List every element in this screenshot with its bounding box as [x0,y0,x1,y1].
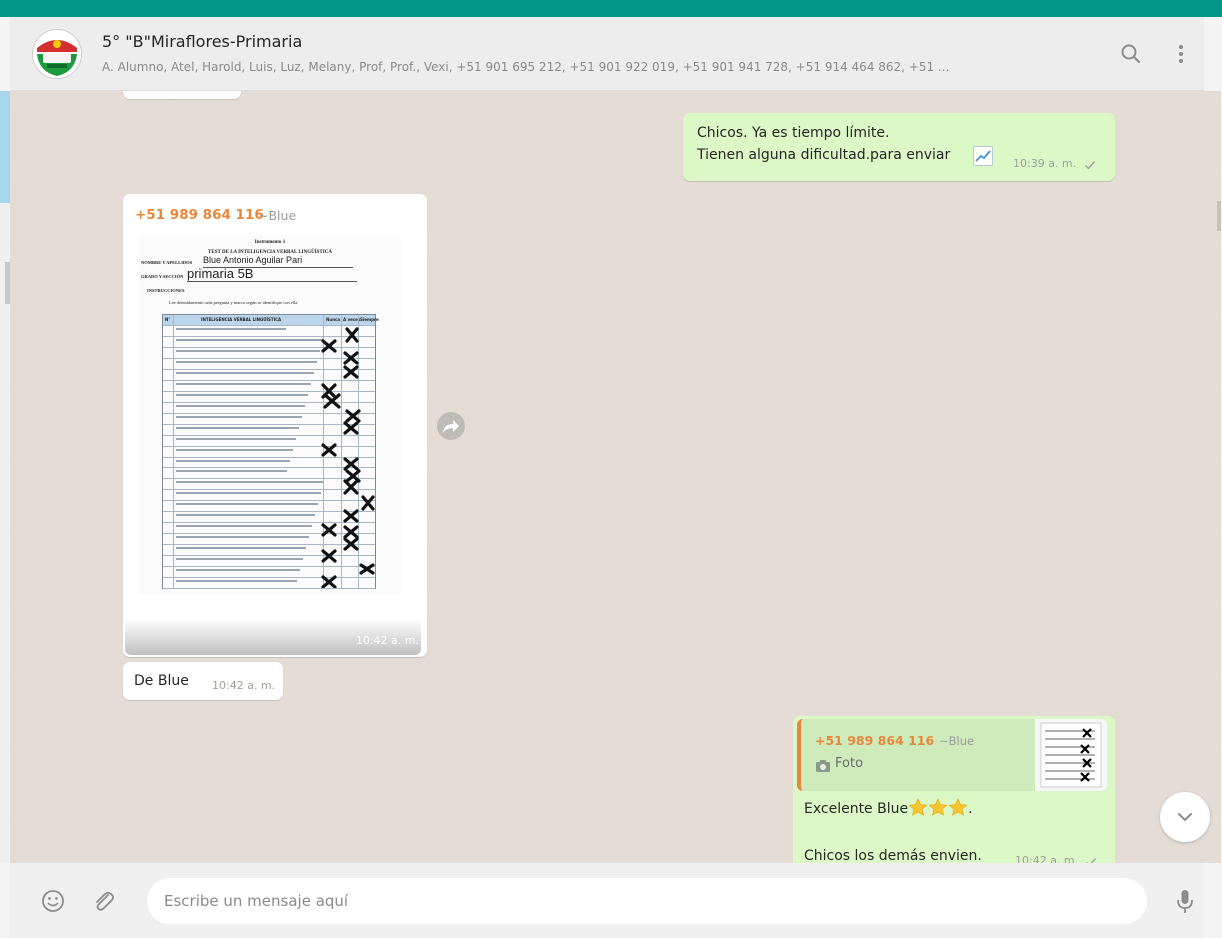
previous-message-bubble[interactable] [123,91,241,99]
chat-area[interactable]: Chicos. Ya es tiempo límite. Tienen algu… [10,91,1221,863]
message-input[interactable]: Escribe un mensaje aquí [147,878,1147,924]
group-avatar[interactable] [32,29,82,79]
group-members[interactable]: A. Alumno, Atel, Harold, Luis, Luz, Mela… [102,60,1082,74]
camera-icon [815,758,831,772]
chart-increasing-icon [973,146,993,166]
doc-grade-value: primaria 5B [187,266,254,281]
quote-thumbnail [1035,719,1107,791]
search-icon[interactable] [1116,39,1146,69]
doc-name-value: Blue Antonio Aguilar Pari [203,255,303,265]
composer-bar: Escribe un mensaje aquí [10,863,1204,938]
quote-media-label: Foto [835,756,864,771]
microphone-icon[interactable] [1170,886,1200,916]
sender-phone[interactable]: +51 989 864 116 [135,207,264,223]
message-bubble-image[interactable]: +51 989 864 116 ~Blue Instrumento 1 TEST… [123,194,427,657]
quote-sender-name: ~Blue [939,734,975,748]
scroll-down-button[interactable] [1160,792,1210,842]
message-bubble-incoming[interactable]: De Blue 10:42 a. m. [123,662,283,700]
doc-grade-label: GRADO Y SECCIÓN [141,274,184,279]
doc-name-label: NOMBRE Y APELLIDOS [141,260,193,265]
message-text-line: Chicos. Ya es tiempo límite. [697,125,890,141]
attach-icon[interactable] [88,886,118,916]
group-title[interactable]: 5° "B"Miraflores-Primaria [102,32,302,51]
message-text: De Blue [134,673,189,689]
doc-table: N° INTELIGENCIA VERBAL LINGÜÍSTICA Nunca… [162,314,379,589]
star-icon [928,798,948,817]
message-text-line: Excelente Blue. [804,798,973,819]
message-time: 10:42 a. m. [212,679,276,692]
chat-scrollbar[interactable] [1217,201,1221,231]
photo-attachment[interactable]: Instrumento 1 TEST DE LA INTELIGENCIA VE… [139,236,401,594]
doc-heading: Instrumento 1 [254,240,286,245]
message-time: 10:42 a. m. [355,634,419,647]
app-top-bar [0,0,1222,17]
doc-underline [187,281,357,282]
star-icon [908,798,928,817]
message-time: 10:42 a. m. [1015,854,1079,863]
sender-name: ~Blue [258,208,297,223]
emoji-icon[interactable] [38,886,68,916]
chevron-down-icon [1178,813,1192,822]
doc-row-line [163,588,375,589]
message-bubble-reply[interactable]: +51 989 864 116 ~Blue Foto Excelente Blu… [793,716,1115,863]
chat-header[interactable]: 5° "B"Miraflores-Primaria A. Alumno, Ate… [10,17,1204,91]
message-time: 10:39 a. m. [1013,157,1077,170]
quoted-message[interactable]: +51 989 864 116 ~Blue Foto [797,719,1107,791]
message-bubble-outgoing[interactable]: Chicos. Ya es tiempo límite. Tienen algu… [683,113,1115,181]
message-text-line: Tienen alguna dificultad.para enviar [697,147,951,163]
group-logo-icon [33,30,81,78]
sent-check-icon [1084,156,1096,175]
doc-instructions: Lee detenidamente cada pregunta y marca … [169,300,299,305]
menu-icon[interactable] [1166,39,1196,69]
sidebar-edge-highlight [0,91,10,203]
handwritten-marks [321,327,375,588]
doc-instructions-label: INSTRUCCIONES [147,288,185,293]
forward-icon[interactable] [437,412,465,440]
message-input-placeholder: Escribe un mensaje aquí [164,892,349,910]
message-text: Chicos los demás envien. [804,848,982,863]
message-text: Excelente Blue [804,801,909,817]
quote-sender-phone: +51 989 864 116 [815,733,935,748]
message-text-suffix: . [968,801,973,817]
sent-check-icon [1085,853,1097,863]
star-icon [948,798,968,817]
